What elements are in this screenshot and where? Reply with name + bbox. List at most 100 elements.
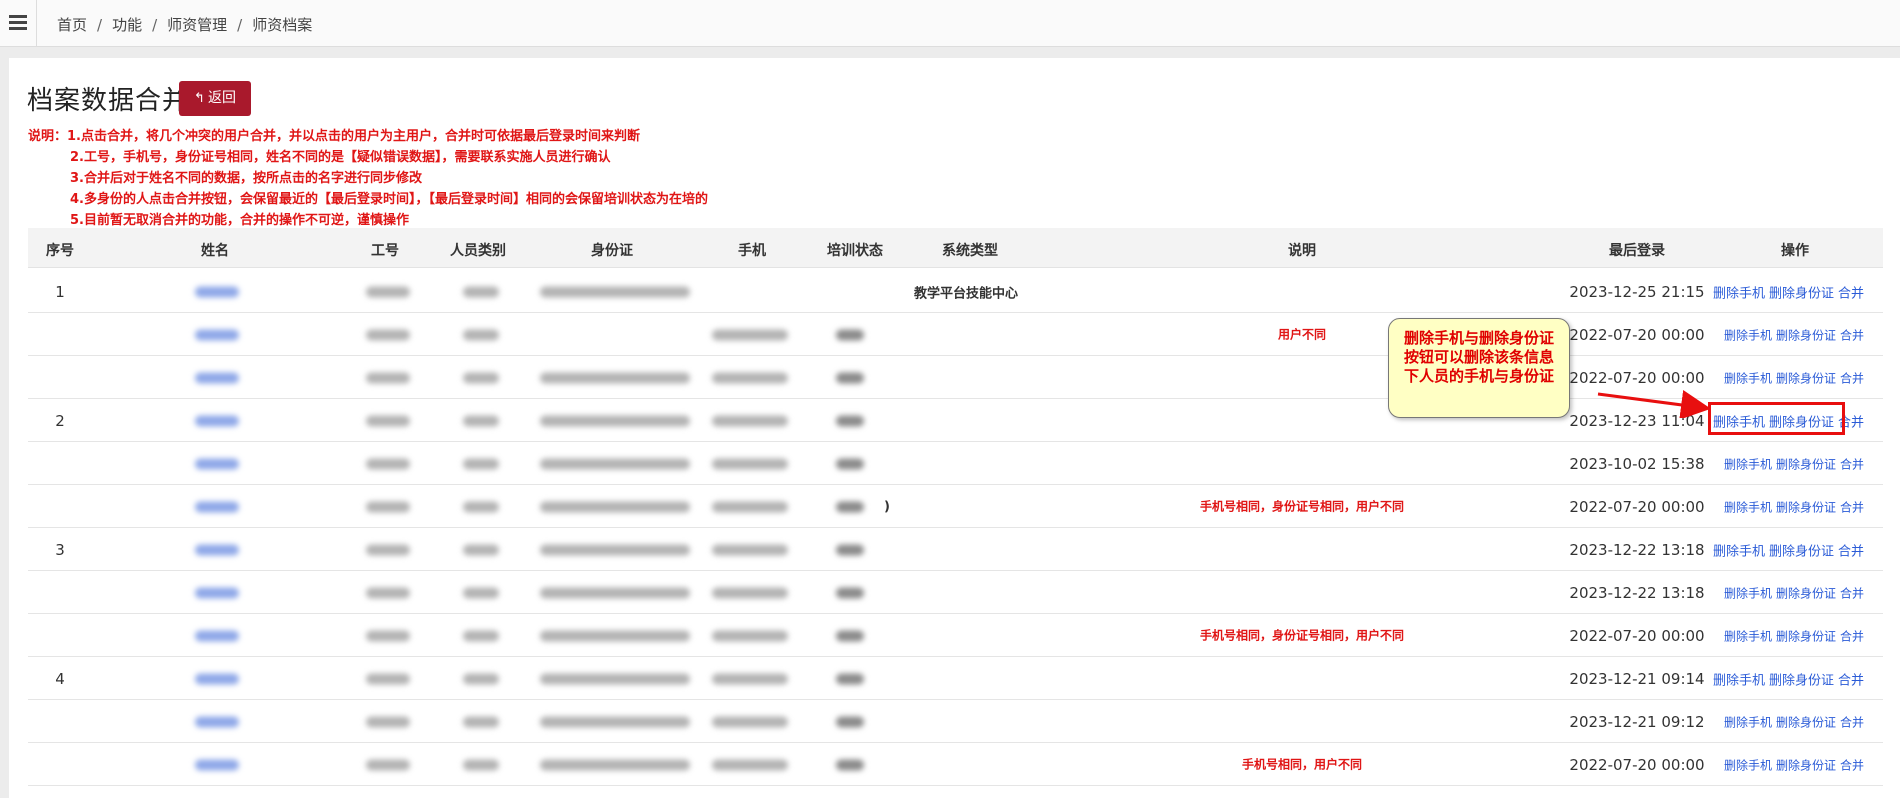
- last-login-time: 2022-07-20 00:00: [1569, 755, 1705, 774]
- delete-phone-button[interactable]: 删除手机: [1724, 715, 1772, 729]
- table-header: 序号 姓名 工号 人员类别 身份证 手机 培训状态 系统类型 说明 最后登录 操…: [28, 228, 1883, 268]
- blurred-value: [712, 329, 788, 340]
- blurred-name[interactable]: [195, 372, 239, 383]
- blurred-value: [463, 716, 499, 727]
- breadcrumb-separator: /: [237, 16, 243, 34]
- delete-phone-button[interactable]: 删除手机: [1724, 758, 1772, 772]
- blurred-name[interactable]: [195, 673, 239, 684]
- delete-id-button[interactable]: 删除身份证: [1776, 586, 1836, 600]
- merge-button[interactable]: 合并: [1840, 758, 1864, 772]
- last-login-time: 2023-12-25 21:15: [1569, 282, 1705, 301]
- merge-button[interactable]: 合并: [1838, 544, 1864, 559]
- annotation-arrow-icon: [1597, 390, 1711, 418]
- blurred-value: [540, 458, 690, 469]
- delete-phone-button[interactable]: 删除手机: [1724, 457, 1772, 471]
- note-line: 5.目前暂无取消合并的功能，合并的操作不可逆，谨慎操作: [70, 213, 409, 228]
- row-actions: 删除手机 删除身份证 合并: [1713, 282, 1868, 301]
- merge-button[interactable]: 合并: [1840, 500, 1864, 514]
- last-login-time: 2023-12-22 13:18: [1569, 583, 1705, 602]
- hamburger-menu-icon[interactable]: [9, 15, 27, 30]
- blurred-name[interactable]: [195, 329, 239, 340]
- blurred-value: [712, 587, 788, 598]
- blurred-value: [366, 372, 410, 383]
- row-seq: 4: [55, 669, 65, 688]
- merge-button[interactable]: 合并: [1838, 286, 1864, 301]
- back-button[interactable]: ↰ 返回: [179, 81, 251, 116]
- delete-id-button[interactable]: 删除身份证: [1776, 758, 1836, 772]
- blurred-value: [836, 630, 864, 641]
- blurred-value: [366, 286, 410, 297]
- row-actions: 删除手机 删除身份证 合并: [1713, 669, 1868, 688]
- column-header-id-card: 身份证: [591, 243, 633, 259]
- delete-phone-button[interactable]: 删除手机: [1713, 544, 1765, 559]
- blurred-name[interactable]: [195, 501, 239, 512]
- delete-id-button[interactable]: 删除身份证: [1776, 371, 1836, 385]
- last-login-time: 2022-07-20 00:00: [1569, 497, 1705, 516]
- blurred-value: [366, 759, 410, 770]
- blurred-name[interactable]: [195, 587, 239, 598]
- delete-id-button[interactable]: 删除身份证: [1776, 457, 1836, 471]
- breadcrumb-home[interactable]: 首页: [57, 16, 87, 34]
- delete-phone-button[interactable]: 删除手机: [1724, 629, 1772, 643]
- breadcrumb-separator: /: [97, 16, 103, 34]
- delete-phone-button[interactable]: 删除手机: [1724, 586, 1772, 600]
- blurred-value: [712, 630, 788, 641]
- delete-phone-button[interactable]: 删除手机: [1724, 500, 1772, 514]
- blurred-value: [463, 329, 499, 340]
- delete-id-button[interactable]: 删除身份证: [1769, 544, 1834, 559]
- merge-button[interactable]: 合并: [1840, 715, 1864, 729]
- row-seq: 3: [55, 540, 65, 559]
- merge-button[interactable]: 合并: [1840, 586, 1864, 600]
- delete-id-button[interactable]: 删除身份证: [1769, 673, 1834, 688]
- delete-id-button[interactable]: 删除身份证: [1776, 715, 1836, 729]
- breadcrumb-current: 师资档案: [252, 16, 313, 34]
- merge-button[interactable]: 合并: [1840, 629, 1864, 643]
- delete-phone-button[interactable]: 删除手机: [1713, 286, 1765, 301]
- column-header-name: 姓名: [201, 243, 229, 259]
- last-login-time: 2022-07-20 00:00: [1569, 626, 1705, 645]
- breadcrumb-function[interactable]: 功能: [112, 16, 142, 34]
- blurred-value: [540, 630, 690, 641]
- merge-button[interactable]: 合并: [1840, 371, 1864, 385]
- blurred-value: [836, 544, 864, 555]
- merge-button[interactable]: 合并: [1840, 457, 1864, 471]
- delete-id-button[interactable]: 删除身份证: [1776, 328, 1836, 342]
- column-header-training-status: 培训状态: [827, 243, 883, 259]
- row-divider: [28, 699, 1883, 700]
- blurred-value: [836, 501, 864, 512]
- breadcrumb-separator: /: [152, 16, 158, 34]
- row-actions: 删除手机 删除身份证 合并: [1724, 455, 1868, 472]
- merge-button[interactable]: 合并: [1840, 328, 1864, 342]
- highlight-box: [1708, 402, 1845, 435]
- blurred-value: [836, 415, 864, 426]
- breadcrumb-staff-management[interactable]: 师资管理: [167, 16, 227, 34]
- blurred-value: [540, 587, 690, 598]
- blurred-name[interactable]: [195, 759, 239, 770]
- blurred-value: [463, 286, 499, 297]
- delete-id-button[interactable]: 删除身份证: [1776, 629, 1836, 643]
- row-divider: [28, 355, 1883, 356]
- row-actions: 删除手机 删除身份证 合并: [1724, 627, 1868, 644]
- delete-id-button[interactable]: 删除身份证: [1769, 286, 1834, 301]
- last-login-time: 2023-12-21 09:12: [1569, 712, 1705, 731]
- blurred-value: [366, 673, 410, 684]
- row-divider: [28, 742, 1883, 743]
- blurred-value: [463, 415, 499, 426]
- blurred-value: [712, 415, 788, 426]
- blurred-name[interactable]: [195, 544, 239, 555]
- merge-button[interactable]: 合并: [1838, 673, 1864, 688]
- blurred-name[interactable]: [195, 415, 239, 426]
- delete-phone-button[interactable]: 删除手机: [1724, 328, 1772, 342]
- blurred-value: [712, 759, 788, 770]
- delete-id-button[interactable]: 删除身份证: [1776, 500, 1836, 514]
- blurred-name[interactable]: [195, 458, 239, 469]
- blurred-name[interactable]: [195, 716, 239, 727]
- delete-phone-button[interactable]: 删除手机: [1713, 673, 1765, 688]
- row-divider: [28, 312, 1883, 313]
- row-divider: [28, 484, 1883, 485]
- delete-phone-button[interactable]: 删除手机: [1724, 371, 1772, 385]
- blurred-value: [540, 759, 690, 770]
- blurred-name[interactable]: [195, 630, 239, 641]
- note-line: 4.多身份的人点击合并按钮，会保留最近的【最后登录时间】，【最后登录时间】相同的…: [70, 192, 708, 207]
- blurred-name[interactable]: [195, 286, 239, 297]
